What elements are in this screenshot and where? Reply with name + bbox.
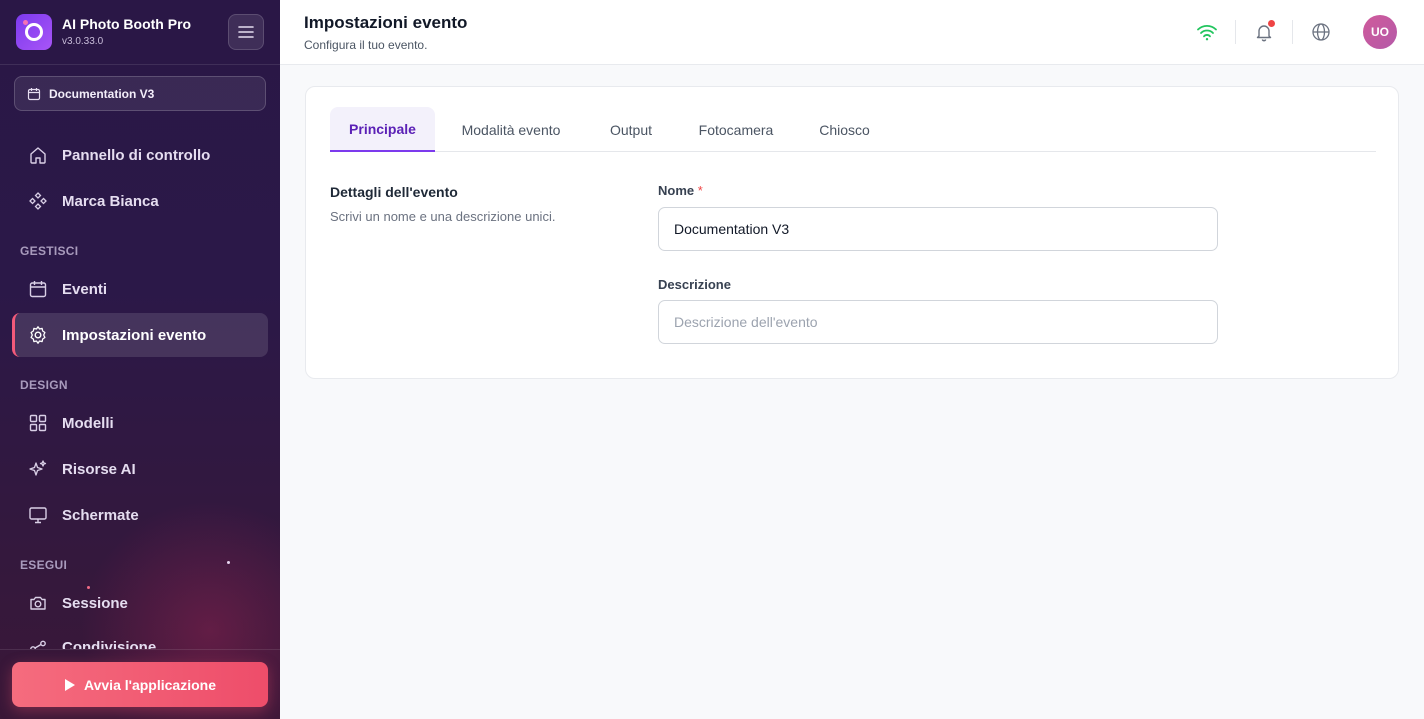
settings-tabs: Principale Modalità evento Output Fotoca… — [330, 107, 1376, 152]
nav-section-design: DESIGN — [20, 378, 68, 392]
user-avatar[interactable]: UO — [1363, 15, 1397, 49]
sidebar-item-screens[interactable]: Schermate — [12, 493, 268, 537]
launch-app-label: Avvia l'applicazione — [84, 676, 216, 693]
sidebar-item-label: Impostazioni evento — [62, 326, 207, 344]
sidebar-item-white-label[interactable]: Marca Bianca — [12, 179, 268, 223]
share-icon — [30, 640, 46, 649]
description-field-label: Descrizione — [658, 277, 731, 292]
sidebar-item-event-settings[interactable]: Impostazioni evento — [12, 313, 268, 357]
sidebar-item-label: Modelli — [62, 414, 114, 432]
page-title: Impostazioni evento — [304, 13, 468, 32]
monitor-icon — [29, 507, 47, 524]
event-selector-label: Documentation V3 — [49, 86, 155, 101]
calendar-icon — [27, 87, 41, 100]
nav-section-run: ESEGUI — [20, 558, 68, 572]
event-settings-card: Principale Modalità evento Output Fotoca… — [305, 86, 1399, 379]
sidebar-item-sharing[interactable]: Condivisione — [12, 627, 268, 649]
sidebar: AI Photo Booth Pro v3.0.33.0 Documentati… — [0, 0, 280, 719]
decorative-sparkle — [227, 561, 230, 564]
app-name: AI Photo Booth Pro — [62, 16, 192, 32]
sidebar-item-dashboard[interactable]: Pannello di controllo — [12, 133, 268, 177]
event-selector[interactable]: Documentation V3 — [14, 76, 266, 111]
tab-event-mode[interactable]: Modalità evento — [442, 107, 580, 152]
sparkles-icon — [29, 460, 47, 476]
section-description: Scrivi un nome e una descrizione unici. — [330, 209, 556, 224]
sidebar-item-label: Eventi — [62, 280, 108, 298]
name-field-label: Nome * — [658, 183, 703, 198]
sidebar-item-ai-resources[interactable]: Risorse AI — [12, 447, 268, 491]
hamburger-icon — [238, 26, 254, 38]
play-icon — [65, 678, 76, 691]
header-separator — [1235, 20, 1236, 44]
home-icon — [30, 147, 46, 164]
tab-principale[interactable]: Principale — [330, 107, 435, 152]
event-description-input[interactable] — [658, 300, 1218, 344]
sidebar-item-label: Risorse AI — [62, 460, 136, 478]
sidebar-item-events[interactable]: Eventi — [12, 267, 268, 311]
sidebar-item-label: Pannello di controllo — [62, 146, 211, 164]
decorative-sparkle — [87, 586, 90, 589]
sidebar-item-label: Marca Bianca — [62, 192, 159, 210]
tab-output[interactable]: Output — [592, 107, 670, 152]
notifications-button[interactable] — [1250, 18, 1278, 46]
tab-kiosk[interactable]: Chiosco — [802, 107, 887, 152]
gear-icon — [30, 326, 46, 344]
launch-app-button[interactable]: Avvia l'applicazione — [12, 662, 268, 707]
sidebar-item-label: Sessione — [62, 594, 128, 612]
calendar-icon — [29, 281, 47, 298]
language-button[interactable] — [1307, 18, 1335, 46]
sidebar-item-label: Condivisione — [62, 639, 157, 649]
sidebar-divider — [0, 64, 280, 65]
app-version: v3.0.33.0 — [62, 36, 104, 47]
camera-icon — [30, 596, 46, 610]
wifi-status-button[interactable] — [1193, 18, 1221, 46]
top-header: Impostazioni evento Configura il tuo eve… — [280, 0, 1424, 65]
required-mark: * — [697, 183, 703, 198]
page-subtitle: Configura il tuo evento. — [304, 38, 428, 52]
wifi-icon — [1197, 25, 1217, 41]
name-label-text: Nome — [658, 183, 695, 198]
section-title: Dettagli dell'evento — [330, 184, 458, 200]
sidebar-item-templates[interactable]: Modelli — [12, 401, 268, 445]
notification-badge — [1268, 20, 1275, 27]
globe-icon — [1312, 23, 1330, 41]
header-separator — [1292, 20, 1293, 44]
components-icon — [29, 192, 47, 210]
sidebar-footer-divider — [0, 649, 280, 650]
menu-toggle-button[interactable] — [228, 14, 264, 50]
sidebar-item-label: Schermate — [62, 506, 139, 524]
sidebar-item-session[interactable]: Sessione — [12, 581, 268, 625]
brand: AI Photo Booth Pro v3.0.33.0 — [16, 14, 191, 50]
nav-section-manage: GESTISCI — [20, 244, 79, 258]
grid-icon — [29, 414, 47, 432]
app-logo-icon — [16, 14, 52, 50]
event-name-input[interactable] — [658, 207, 1218, 251]
tab-camera[interactable]: Fotocamera — [682, 107, 790, 152]
